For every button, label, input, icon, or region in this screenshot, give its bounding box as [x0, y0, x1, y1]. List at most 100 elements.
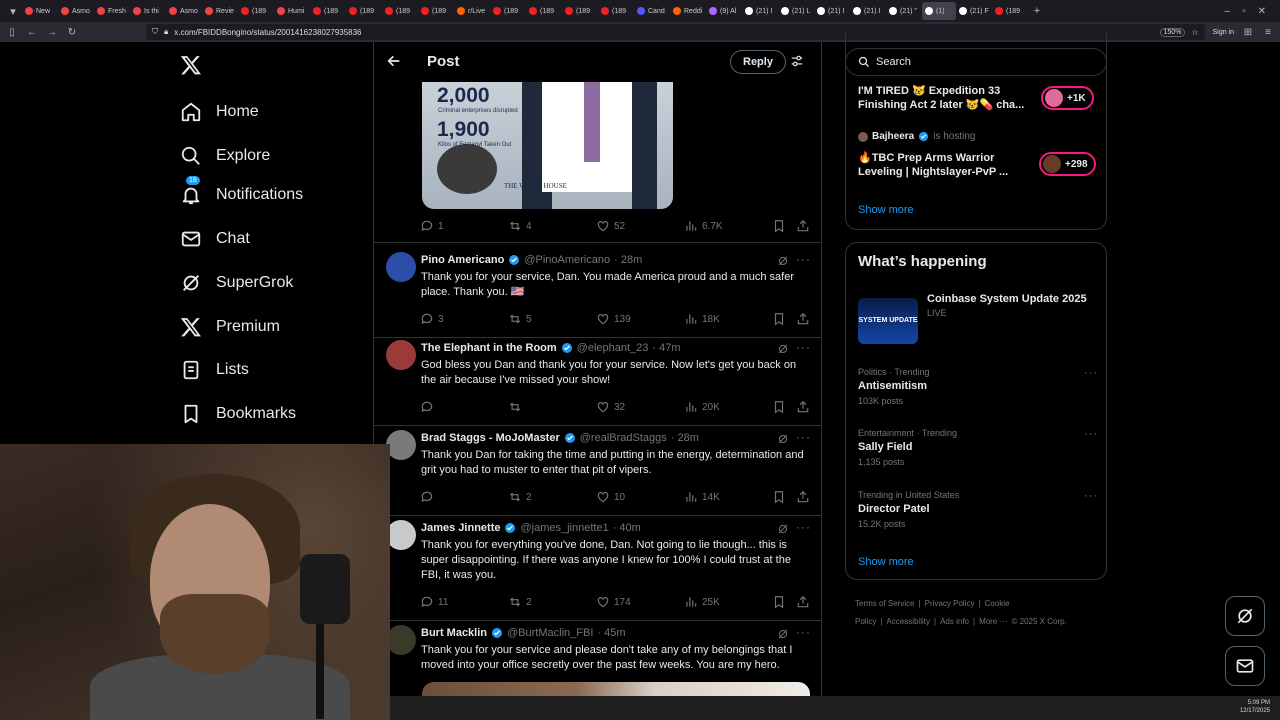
footer-link[interactable]: Privacy Policy: [925, 599, 975, 608]
repost-action[interactable]: 4: [508, 219, 532, 233]
grok-icon[interactable]: [777, 522, 789, 534]
sidebar-item-home[interactable]: Home: [180, 97, 259, 127]
share-action[interactable]: [796, 400, 810, 414]
minimize-icon[interactable]: –: [1225, 6, 1231, 17]
footer-link[interactable]: © 2025 X Corp.: [1012, 617, 1067, 626]
event-title[interactable]: Coinbase System Update 2025: [927, 293, 1087, 305]
reply-button[interactable]: Reply: [730, 50, 786, 74]
sign-in-button[interactable]: Sign in: [1213, 29, 1234, 36]
messages-fab-button[interactable]: [1225, 646, 1265, 686]
trend-item[interactable]: Politics · Trending Antisemitism 103K po…: [858, 367, 1098, 406]
back-icon[interactable]: ←: [26, 27, 38, 38]
sidebar-item-lists[interactable]: Lists: [180, 355, 249, 385]
event-thumbnail[interactable]: SYSTEM UPDATE: [858, 298, 918, 344]
sidebar-item-bookmarks[interactable]: Bookmarks: [180, 399, 296, 429]
show-more-link[interactable]: Show more: [858, 204, 914, 216]
sidebar-item-explore[interactable]: Explore: [180, 141, 270, 171]
repost-action[interactable]: 2: [508, 490, 532, 504]
reload-icon[interactable]: ↻: [66, 27, 78, 38]
bookmark-action[interactable]: [772, 219, 786, 233]
browser-tab[interactable]: Asmo: [58, 2, 94, 20]
more-icon[interactable]: ···: [1084, 490, 1098, 502]
taskbar-clock[interactable]: 5:09 PM 12/17/2025: [1240, 699, 1270, 715]
repost-action[interactable]: 5: [508, 312, 532, 326]
browser-tab[interactable]: (21) I: [742, 2, 778, 20]
browser-tab[interactable]: Revie: [202, 2, 238, 20]
footer-link[interactable]: Terms of Service: [855, 599, 915, 608]
restore-icon[interactable]: ▫: [1242, 6, 1246, 17]
footer-link[interactable]: More ···: [979, 617, 1007, 626]
grok-icon[interactable]: [777, 254, 789, 266]
browser-tab[interactable]: (189: [562, 2, 598, 20]
menu-icon[interactable]: ≡: [1262, 27, 1274, 38]
browser-tab[interactable]: Fresh: [94, 2, 130, 20]
browser-tab[interactable]: (21) I: [814, 2, 850, 20]
sidebar-item-supergrok[interactable]: SuperGrok: [180, 268, 293, 298]
browser-tab[interactable]: (189: [238, 2, 274, 20]
author-name[interactable]: James Jinnette: [421, 522, 500, 534]
author-name[interactable]: The Elephant in the Room: [421, 342, 557, 354]
like-action[interactable]: 10: [596, 490, 625, 504]
sidebar-toggle-icon[interactable]: ▯: [6, 27, 18, 38]
avatar[interactable]: [386, 430, 416, 460]
forward-icon[interactable]: →: [46, 27, 58, 38]
share-action[interactable]: [796, 490, 810, 504]
more-icon[interactable]: ···: [1084, 367, 1098, 379]
grok-icon[interactable]: [777, 627, 789, 639]
browser-tab[interactable]: (189: [490, 2, 526, 20]
more-icon[interactable]: ···: [1084, 428, 1098, 440]
like-action[interactable]: 174: [596, 595, 631, 609]
views-action[interactable]: 18K: [684, 312, 720, 326]
views-action[interactable]: 14K: [684, 490, 720, 504]
bookmark-star-icon[interactable]: ☆: [1191, 28, 1198, 37]
browser-tab[interactable]: (189: [598, 2, 634, 20]
avatar[interactable]: [386, 252, 416, 282]
bookmark-action[interactable]: [772, 400, 786, 414]
grok-fab-button[interactable]: [1225, 596, 1265, 636]
views-action[interactable]: 6.7K: [684, 219, 723, 233]
live-count-pill[interactable]: +1K: [1041, 86, 1094, 110]
views-action[interactable]: 25K: [684, 595, 720, 609]
author-handle[interactable]: @realBradStaggs: [580, 432, 667, 444]
browser-tab[interactable]: (21) L: [778, 2, 814, 20]
author-handle[interactable]: @BurtMaclin_FBI: [507, 627, 593, 639]
browser-tab[interactable]: (189: [526, 2, 562, 20]
live-count-pill[interactable]: +298: [1039, 152, 1096, 176]
live-title-2[interactable]: 🔥TBC Prep Arms Warrior Leveling | Nights…: [858, 151, 1038, 179]
sidebar-item-chat[interactable]: Chat: [180, 224, 250, 254]
footer-link[interactable]: Accessibility: [886, 617, 930, 626]
browser-tab[interactable]: Humi: [274, 2, 310, 20]
avatar[interactable]: [386, 520, 416, 550]
share-action[interactable]: [796, 312, 810, 326]
new-tab-button[interactable]: +: [1028, 0, 1046, 22]
grok-icon[interactable]: [777, 342, 789, 354]
filter-settings-icon[interactable]: [790, 54, 804, 68]
like-action[interactable]: 52: [596, 219, 625, 233]
tweet-time[interactable]: · 47m: [652, 342, 680, 354]
author-name[interactable]: Burt Macklin: [421, 627, 487, 639]
avatar[interactable]: [386, 625, 416, 655]
repost-action[interactable]: 2: [508, 595, 532, 609]
browser-tab[interactable]: (189: [310, 2, 346, 20]
reply-action[interactable]: [420, 490, 438, 504]
more-icon[interactable]: ···: [796, 625, 811, 639]
more-icon[interactable]: ···: [796, 520, 811, 534]
browser-tab[interactable]: (21) I: [850, 2, 886, 20]
more-icon[interactable]: ···: [796, 252, 811, 266]
bookmark-action[interactable]: [772, 312, 786, 326]
share-action[interactable]: [796, 595, 810, 609]
show-more-link[interactable]: Show more: [858, 556, 914, 568]
browser-tab[interactable]: (189: [346, 2, 382, 20]
footer-link[interactable]: Ads info: [940, 617, 969, 626]
tweet-time[interactable]: · 40m: [613, 522, 641, 534]
tweet-time[interactable]: · 45m: [597, 627, 625, 639]
author-name[interactable]: Pino Americano: [421, 254, 504, 266]
live-title-1[interactable]: I'M TIRED 😿 Expedition 33 Finishing Act …: [858, 84, 1038, 112]
bookmark-action[interactable]: [772, 595, 786, 609]
like-action[interactable]: 32: [596, 400, 625, 414]
author-handle[interactable]: @james_jinnette1: [520, 522, 608, 534]
author-handle[interactable]: @elephant_23: [577, 342, 649, 354]
trend-item[interactable]: Entertainment · Trending Sally Field 1,1…: [858, 428, 1098, 467]
reply-action[interactable]: [420, 400, 438, 414]
browser-tab[interactable]: (189: [992, 2, 1028, 20]
